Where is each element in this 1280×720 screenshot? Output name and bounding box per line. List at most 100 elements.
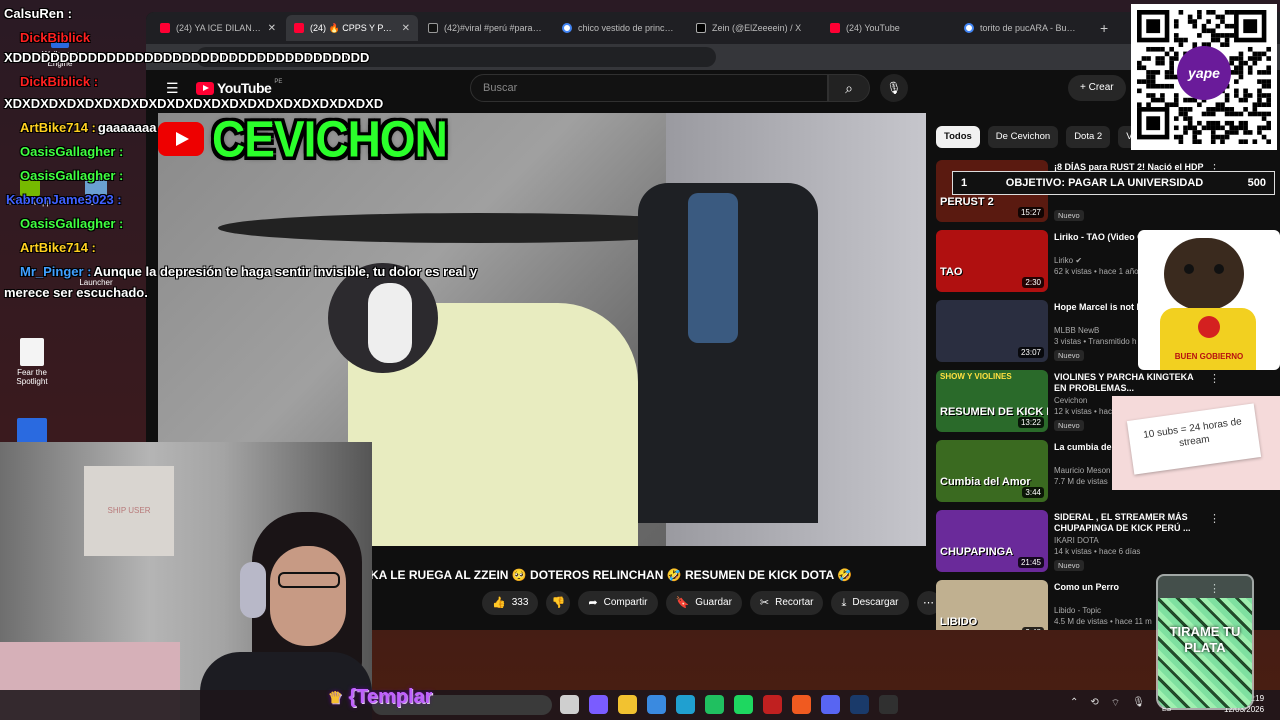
voice-search-button[interactable]: 🎙	[880, 74, 908, 102]
youtube-logo[interactable]: YouTube PE	[196, 79, 282, 96]
network-icon[interactable]: ⌔	[1111, 697, 1120, 710]
browser-tab[interactable]: (42)#viral #perú #paratiiiiiii	[420, 15, 552, 41]
video-thumbnail[interactable]: CHUPAPINGA 21:45	[936, 510, 1048, 572]
recommendation-channel[interactable]: Cevichon	[1054, 396, 1087, 405]
more-vertical-icon[interactable]: ⋮	[1209, 512, 1220, 525]
more-vertical-icon[interactable]: ⋮	[1209, 372, 1220, 385]
chat-message: OasisGallagher :	[20, 216, 125, 231]
share-arrow-icon: ➦	[588, 597, 598, 609]
browser-tab-active[interactable]: (24) 🔥 CPPS Y PARCHA ✕	[286, 15, 418, 41]
browser-tab[interactable]: (24) YouTube	[822, 15, 954, 41]
yape-qr-code: yape	[1131, 4, 1277, 150]
steam-icon[interactable]	[850, 695, 869, 714]
video-thumbnail[interactable]: 23:07	[936, 300, 1048, 362]
tab-title: chico vestido de princesa - B	[578, 23, 678, 33]
subs-note-card: 10 subs = 24 horas de stream	[1112, 396, 1280, 490]
chat-text: XDXDXDXDXDXDXDXDXDXDXDXDXDXDXDXDXDXDXDXD…	[4, 96, 384, 111]
search-icon: ⌕	[845, 80, 853, 96]
chat-message: OasisGallagher :	[20, 168, 125, 183]
recommendation-channel[interactable]: Libido - Topic	[1054, 606, 1101, 615]
close-icon[interactable]: ✕	[268, 23, 276, 34]
youtube-logo-icon	[158, 122, 204, 156]
google-icon	[964, 23, 974, 33]
file-manager-icon[interactable]	[560, 695, 579, 714]
new-tab-button[interactable]: +	[1090, 20, 1118, 36]
system-tray: ⌃ ⟲ ⌔ 🎙	[1070, 697, 1145, 710]
new-badge: Nuevo	[1054, 560, 1084, 571]
close-icon[interactable]: ✕	[402, 23, 410, 34]
create-button[interactable]: + Crear	[1068, 75, 1126, 101]
thumbs-down-icon: 👎	[551, 597, 566, 609]
chat-message: ArtBike714 :	[20, 240, 98, 255]
recommendation-item[interactable]: CHUPAPINGA 21:45 SIDERAL , EL STREAMER MÁS…	[936, 510, 1226, 580]
sync-icon[interactable]: ⟲	[1090, 697, 1098, 710]
recommendation-title[interactable]: VIOLINES Y PARCHA KINGTEKA EN PROBLEMAS.…	[1054, 372, 1206, 394]
clip-label: Recortar	[775, 597, 814, 608]
dog-caption: BUEN GOBIERNO	[1174, 352, 1244, 361]
download-button[interactable]: ⤓ Descargar	[831, 591, 909, 615]
thumbnail-text: TAO	[940, 266, 963, 278]
video-duration: 23:07	[1017, 347, 1044, 358]
hamburger-menu-icon[interactable]: ☰	[166, 80, 179, 97]
search-button[interactable]: ⌕	[828, 74, 870, 102]
like-button[interactable]: 👍 333	[482, 591, 539, 615]
recommendation-title[interactable]: SIDERAL , EL STREAMER MÁS CHUPAPINGA DE …	[1054, 512, 1206, 534]
copilot-icon[interactable]	[589, 695, 608, 714]
streamer-glasses	[278, 572, 340, 588]
tab-title: torito de pucARA - Buscar co	[980, 23, 1080, 33]
chat-text: merece ser escuchado.	[4, 285, 148, 300]
webcam-feed: SHIP USER	[0, 442, 372, 720]
browser-tab[interactable]: chico vestido de princesa - B	[554, 15, 686, 41]
dota-icon[interactable]	[763, 695, 782, 714]
chat-username: OasisGallagher :	[20, 168, 124, 183]
clip-button[interactable]: ✂ Recortar	[749, 591, 824, 615]
video-duration: 3:48	[1022, 627, 1044, 630]
spotify-icon[interactable]	[734, 695, 753, 714]
search-input[interactable]: Buscar	[470, 74, 828, 102]
video-duration: 13:22	[1017, 417, 1044, 428]
banner-text: CEVICHON	[212, 110, 448, 168]
chat-username: OasisGallagher :	[20, 216, 124, 231]
store-icon[interactable]	[647, 695, 666, 714]
goal-bar: 1 OBJETIVO: PAGAR LA UNIVERSIDAD 500	[952, 171, 1275, 195]
chat-username: DickBiblick	[20, 30, 91, 45]
share-button[interactable]: ➦ Compartir	[578, 591, 658, 615]
discord-icon[interactable]	[821, 695, 840, 714]
browser-tab[interactable]: (24) YA ICE DILAN ❌ REY TO ✕	[152, 15, 284, 41]
recommendation-channel[interactable]: IKARI DOTA	[1054, 536, 1099, 545]
recommendation-channel[interactable]: Mauricio Meson	[1054, 466, 1110, 475]
thumbnail-text: Cumbia del Amor	[940, 476, 1031, 488]
desktop-icon-fear-the-spotlight[interactable]: Fear the Spotlight	[2, 338, 62, 386]
video-title: KA LE RUEGA AL ZZEIN 🥺 DOTEROS RELINCHAN…	[370, 568, 852, 582]
thumbs-up-icon: 👍	[492, 597, 506, 609]
chevron-up-icon[interactable]: ⌃	[1070, 697, 1078, 710]
tip-jar: TIRAME TU PLATA	[1156, 574, 1254, 710]
video-thumbnail[interactable]: Cumbia del Amor 3:44	[936, 440, 1048, 502]
chip-todos[interactable]: Todos	[936, 126, 980, 148]
taskbar: ⌃ ⟲ ⌔ 🎙 11:19 12/03/2026	[0, 690, 1280, 720]
microphone-icon[interactable]: 🎙	[1132, 697, 1145, 710]
folder-icon[interactable]	[618, 695, 637, 714]
edge-icon[interactable]	[676, 695, 695, 714]
taskbar-apps	[560, 695, 898, 714]
dislike-button[interactable]: 👎	[546, 591, 571, 615]
browser-tab[interactable]: Zein (@ElZeeeein) / X	[688, 15, 820, 41]
video-frame-chair-stripe	[688, 193, 738, 343]
thumbnail-text: LIBIDO	[940, 616, 978, 628]
browser-tab[interactable]: torito de pucARA - Buscar co	[956, 15, 1088, 41]
goal-value: 500	[1247, 177, 1266, 189]
chip-dota-2[interactable]: Dota 2	[1066, 126, 1111, 148]
recommendation-channel[interactable]: Liriko ✔	[1054, 256, 1082, 265]
chip-de-cevichon[interactable]: De Cevichon	[987, 126, 1059, 148]
streamer-face	[270, 546, 346, 646]
video-thumbnail[interactable]: TAO 2:30	[936, 230, 1048, 292]
video-frame-headphones	[368, 283, 412, 363]
recommendation-channel[interactable]: MLBB NewB	[1054, 326, 1099, 335]
webcam-poster-text: SHIP USER	[107, 506, 151, 515]
save-button[interactable]: 🔖 Guardar	[665, 591, 742, 615]
whatsapp-icon[interactable]	[705, 695, 724, 714]
obs-icon[interactable]	[879, 695, 898, 714]
video-thumbnail[interactable]: LIBIDO 3:48	[936, 580, 1048, 630]
brave-icon[interactable]	[792, 695, 811, 714]
video-thumbnail[interactable]: RESUMEN DE KICK DOTASHOW Y VIOLINES13:22	[936, 370, 1048, 432]
